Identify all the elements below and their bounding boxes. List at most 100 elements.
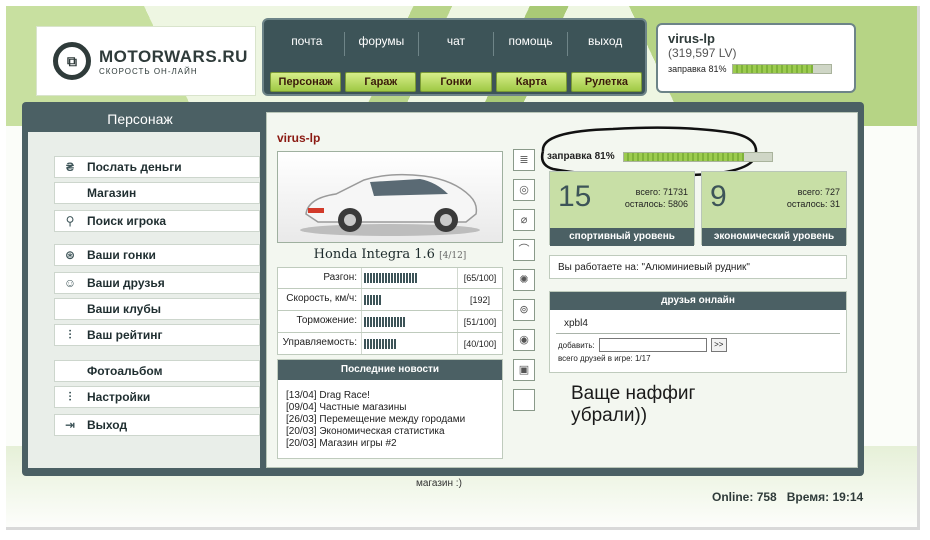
stat-tick [373, 273, 375, 283]
menu-photo-album[interactable]: Фотоальбом [54, 360, 260, 382]
car-stats: Разгон: [65/100] Скорость, км/ч: [192] Т… [277, 267, 503, 355]
stat-tick [367, 316, 369, 327]
friends-online-box: друзья онлайн xpbl4 добавить: >> всего д… [549, 291, 847, 373]
sidebar: ₴ Послать деньги Магазин ⚲ Поиск игрока ⊛ В… [28, 132, 260, 468]
sport-level-box: 15 всего: 71731 осталось: 5806 спортивны… [549, 171, 695, 246]
stat-tick [388, 338, 390, 349]
news-item[interactable]: [26/03] Перемещение между городами [286, 414, 494, 426]
car-image[interactable] [277, 151, 503, 243]
stat-row: Торможение: [51/100] [277, 311, 503, 333]
logo-subtitle: СКОРОСТЬ ОН-ЛАЙН [99, 66, 198, 76]
menu-shop[interactable]: Магазин [54, 182, 260, 204]
menu-your-friends[interactable]: ☺ Ваши друзья [54, 272, 260, 294]
car-picture [300, 173, 480, 236]
stat-tick [403, 316, 405, 327]
news-item[interactable]: [09/04] Частные магазины [286, 402, 494, 414]
status-text: магазин :) [416, 478, 462, 489]
work-status: Вы работаете на: "Алюминиевый рудник" [549, 255, 847, 279]
stat-tick [394, 338, 396, 349]
stat-tick [397, 273, 399, 283]
nav-chat[interactable]: чат [418, 32, 493, 56]
stat-tick [376, 273, 378, 283]
add-friend-button[interactable]: >> [710, 338, 727, 352]
econ-level: 9 [710, 180, 727, 213]
parts-slots: ≣ ◎ ⌀ ⌒ ✺ ⊚ ◉ ▣ [513, 149, 537, 419]
stat-tick [367, 294, 369, 305]
stat-tick [385, 338, 387, 349]
stat-tick [376, 316, 378, 327]
wheel-icon[interactable]: ⊚ [513, 299, 535, 321]
main-panel: Персонаж ₴ Послать деньги Магазин ⚲ Поиск … [22, 102, 864, 476]
handwritten-note: Ваще наффиг убрали)) [571, 383, 696, 426]
server-time: 19:14 [832, 490, 864, 504]
user-box: virus-lp (319,597 LV) заправка 81% [656, 23, 856, 93]
stat-tick [370, 294, 372, 305]
online-count: 758 [756, 490, 777, 504]
online-time: Online: 758 Время: 19:14 [712, 490, 864, 504]
stat-tick [376, 294, 378, 305]
spring-icon[interactable]: ≣ [513, 149, 535, 171]
fuel-label: заправка 81% [547, 151, 615, 162]
stat-tick [364, 316, 366, 327]
friends-title: друзья онлайн [550, 292, 846, 310]
menu-your-races[interactable]: ⊛ Ваши гонки [54, 244, 260, 266]
tab-map[interactable]: Карта [495, 72, 567, 92]
window: ⧉ MOTORWARS.RU СКОРОСТЬ ОН-ЛАЙН почта фо… [6, 6, 920, 530]
stat-tick [370, 273, 372, 283]
stat-bar-acceleration [364, 273, 417, 283]
exhaust-icon[interactable]: ⌒ [513, 239, 535, 261]
news-item[interactable]: [20/03] Магазин игры #2 [286, 438, 494, 450]
menu-exit[interactable]: ⇥ Выход [54, 414, 260, 436]
top-navigation: почта форумы чат помощь выход Персонаж Г… [262, 18, 647, 96]
sport-left: 5806 [667, 199, 688, 209]
stat-row: Разгон: [65/100] [277, 267, 503, 289]
user-fuel-bar [732, 64, 833, 74]
stat-tick [403, 273, 405, 283]
stat-tick [379, 294, 381, 305]
stat-tick [379, 273, 381, 283]
tire-icon[interactable]: ◎ [513, 179, 535, 201]
nav-logout[interactable]: выход [567, 32, 642, 56]
fuel-fill [623, 152, 744, 161]
stat-tick [364, 294, 366, 305]
stat-tick [373, 294, 375, 305]
spark-plug-icon[interactable]: ⌀ [513, 209, 535, 231]
add-friend-input[interactable] [598, 338, 707, 352]
stat-tick [388, 316, 390, 327]
news-item[interactable]: [20/03] Экономическая статистика [286, 426, 494, 438]
stat-tick [409, 273, 411, 283]
tab-garage[interactable]: Гараж [345, 72, 417, 92]
menu-search-player[interactable]: ⚲ Поиск игрока [54, 210, 260, 232]
menu-your-rating[interactable]: ⫶ Ваш рейтинг [54, 324, 260, 346]
stat-tick [379, 338, 381, 349]
menu-your-clubs[interactable]: Ваши клубы [54, 298, 260, 320]
news-item[interactable]: [13/04] Drag Race! [286, 390, 494, 402]
turbo-icon[interactable]: ✺ [513, 269, 535, 291]
user-name[interactable]: virus-lp [668, 31, 844, 46]
menu-send-money[interactable]: ₴ Послать деньги [54, 156, 260, 178]
stat-tick [364, 273, 366, 283]
logo[interactable]: ⧉ MOTORWARS.RU СКОРОСТЬ ОН-ЛАЙН [36, 26, 256, 96]
menu-settings[interactable]: ⫶ Настройки [54, 386, 260, 408]
nav-mail[interactable]: почта [270, 32, 344, 56]
exit-icon: ⇥ [64, 418, 76, 432]
econ-level-title: экономический уровень [702, 228, 846, 246]
engine-icon[interactable]: ▣ [513, 359, 535, 381]
equalizer-icon: ⫶ [68, 389, 72, 404]
tab-character[interactable]: Персонаж [270, 72, 342, 92]
brake-icon[interactable]: ◉ [513, 329, 535, 351]
nav-forums[interactable]: форумы [343, 32, 419, 56]
friend-name[interactable]: xpbl4 [556, 310, 840, 334]
stat-tick [367, 338, 369, 349]
stat-bar-handling [364, 338, 396, 349]
steering-wheel-icon: ⊛ [64, 248, 76, 262]
tab-races[interactable]: Гонки [420, 72, 492, 92]
stat-tick [376, 338, 378, 349]
tab-roulette[interactable]: Рулетка [570, 72, 643, 92]
content-area: virus-lp Honda Integra 1.6 [4/12] Разгон… [266, 112, 858, 468]
friends-icon: ☺ [63, 276, 77, 290]
empty-slot[interactable] [513, 389, 535, 411]
stat-tick [373, 338, 375, 349]
car-owner[interactable]: virus-lp [277, 131, 320, 145]
nav-help[interactable]: помощь [492, 32, 568, 56]
